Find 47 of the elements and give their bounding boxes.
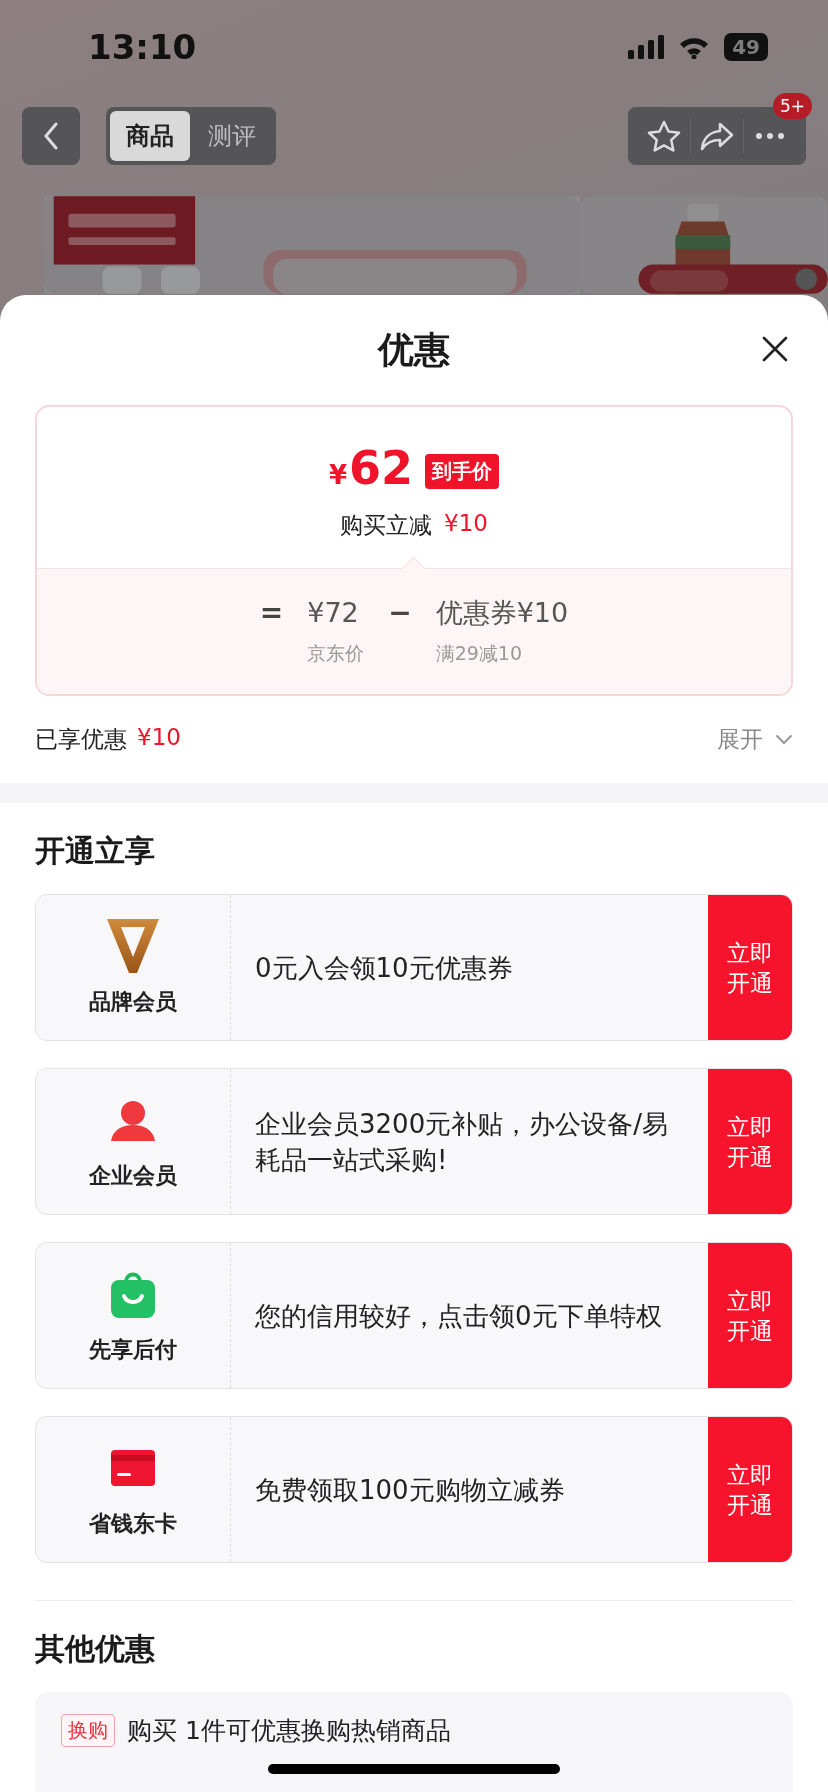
minus-sign: − (388, 595, 412, 631)
tab[interactable]: 商品 (110, 111, 190, 161)
offer-description: 您的信用较好，点击领0元下单特权 (255, 1299, 662, 1333)
activate-button[interactable]: 立即开通 (708, 1069, 792, 1214)
discount-label: 已享优惠 (35, 725, 127, 754)
promotion-tag: 换购 (61, 1714, 115, 1747)
share-icon (700, 121, 734, 151)
more-icon (755, 132, 785, 140)
tab[interactable]: 测评 (192, 111, 272, 161)
v-logo-icon (107, 918, 159, 973)
equals-sign: = (259, 595, 284, 631)
card-icon (111, 1449, 155, 1486)
offer-description: 0元入会领10元优惠券 (255, 951, 513, 985)
back-icon (43, 122, 59, 150)
coupon-value: 优惠券¥10 (435, 596, 569, 630)
close-button[interactable] (762, 336, 788, 362)
promotion-row[interactable]: 换购 购买 1件可优惠换购热销商品 (35, 1692, 793, 1792)
activate-button[interactable]: 立即开通 (708, 1417, 792, 1562)
activate-button[interactable]: 立即开通 (708, 1243, 792, 1388)
offer-name: 品牌会员 (89, 987, 177, 1016)
star-icon (647, 120, 681, 152)
price-tag: 到手价 (425, 453, 500, 489)
coupon-rule: 满29减10 (435, 641, 524, 666)
back-button[interactable] (22, 107, 80, 165)
battery-level: 49 (724, 32, 768, 61)
signal-icon (628, 34, 665, 59)
offer-description: 免费领取100元购物立减券 (255, 1473, 565, 1507)
saving-label: 购买立减 (340, 510, 433, 540)
section-title: 开通立享 (34, 832, 156, 870)
section-title: 其他优惠 (34, 1630, 156, 1668)
original-price: ¥72 (307, 596, 360, 630)
promotion-text: 购买 1件可优惠换购热销商品 (127, 1715, 451, 1747)
person-icon (111, 1098, 155, 1141)
price-label: 京东价 (307, 641, 365, 666)
offer-name: 先享后付 (89, 1335, 177, 1364)
saving-amount: ¥10 (444, 509, 488, 538)
activate-button[interactable]: 立即开通 (708, 895, 792, 1040)
expand-button[interactable]: 展开 (717, 724, 793, 755)
sheet-title: 优惠 (378, 327, 450, 372)
notification-badge: 5+ (772, 93, 812, 119)
status-time: 13:10 (88, 26, 197, 67)
final-price: ¥62 (328, 442, 414, 497)
close-icon (762, 336, 788, 362)
discount-amount: ¥10 (137, 724, 181, 752)
offer-name: 企业会员 (89, 1161, 177, 1190)
offer-description: 企业会员3200元补贴，办公设备/易耗品一站式采购! (255, 1107, 669, 1177)
offer-name: 省钱东卡 (89, 1509, 177, 1538)
